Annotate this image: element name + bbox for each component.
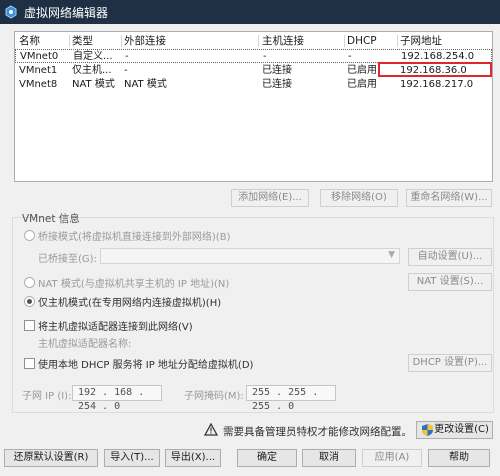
cell-subnet: 192.168.217.0 xyxy=(400,79,474,90)
change-settings-label: 更改设置(C) xyxy=(434,424,489,435)
cell-dhcp: - xyxy=(348,51,352,62)
app-icon xyxy=(5,5,17,19)
table-row[interactable]: VMnet1 仅主机... - 已连接 已启用 192.168.36.0 xyxy=(15,64,492,78)
bridged-radio[interactable] xyxy=(24,230,35,241)
remove-network-button[interactable]: 移除网络(O) xyxy=(320,189,398,207)
col-header-subnet[interactable]: 子网地址 xyxy=(400,34,490,48)
col-header-dhcp[interactable]: DHCP xyxy=(347,34,397,48)
change-settings-button[interactable]: 更改设置(C) xyxy=(416,421,493,439)
rename-network-button[interactable]: 重命名网络(W)... xyxy=(406,189,492,207)
bridged-label: 桥接模式(将虚拟机直接连接到外部网络)(B) xyxy=(38,232,231,243)
cell-type: 自定义... xyxy=(73,51,113,62)
col-header-host[interactable]: 主机连接 xyxy=(262,34,342,48)
connect-adapter-label: 将主机虚拟适配器连接到此网络(V) xyxy=(38,322,193,333)
apply-button[interactable]: 应用(A) xyxy=(362,449,422,467)
use-dhcp-checkbox[interactable] xyxy=(24,358,35,369)
vmnet-info-label: VMnet 信息 xyxy=(22,213,80,225)
bridged-to-select[interactable]: ▼ xyxy=(100,248,400,264)
col-divider xyxy=(69,35,70,47)
host-only-label: 仅主机模式(在专用网络内连接虚拟机)(H) xyxy=(38,298,222,309)
title-bar[interactable]: 虚拟网络编辑器 xyxy=(0,0,500,24)
col-header-type[interactable]: 类型 xyxy=(72,34,122,48)
cell-subnet: 192.168.36.0 xyxy=(400,65,467,76)
connect-adapter-checkbox[interactable] xyxy=(24,320,35,331)
bridged-to-label: 已桥接至(G): xyxy=(38,254,97,265)
cell-name: VMnet8 xyxy=(19,79,58,90)
cell-host: 已连接 xyxy=(262,65,292,76)
use-dhcp-label: 使用本地 DHCP 服务将 IP 地址分配给虚拟机(D) xyxy=(38,360,254,371)
cell-host: 已连接 xyxy=(262,79,292,90)
cell-name: VMnet1 xyxy=(19,65,58,76)
cell-external: - xyxy=(124,65,128,76)
vmnet-info-group xyxy=(12,217,494,413)
subnet-ip-label: 子网 IP (I): xyxy=(22,391,72,402)
host-only-radio[interactable] xyxy=(24,296,35,307)
subnet-mask-field[interactable]: 255 . 255 . 255 . 0 xyxy=(246,385,336,412)
network-list[interactable]: 名称 类型 外部连接 主机连接 DHCP 子网地址 VMnet0 自定义... … xyxy=(14,31,493,182)
window-title: 虚拟网络编辑器 xyxy=(24,5,109,20)
col-divider xyxy=(121,35,122,47)
cell-external: - xyxy=(125,51,129,62)
cell-name: VMnet0 xyxy=(20,51,59,62)
ok-button[interactable]: 确定 xyxy=(237,449,297,467)
nat-radio[interactable] xyxy=(24,277,35,288)
admin-notice: 需要具备管理员特权才能修改网络配置。 xyxy=(223,426,412,438)
col-divider xyxy=(397,35,398,47)
auto-settings-button[interactable]: 自动设置(U)... xyxy=(408,248,492,266)
nat-label: NAT 模式(与虚拟机共享主机的 IP 地址)(N) xyxy=(38,279,230,290)
col-divider xyxy=(258,35,259,47)
help-button[interactable]: 帮助 xyxy=(428,449,490,467)
nat-settings-button[interactable]: NAT 设置(S)... xyxy=(408,273,492,291)
cell-host: - xyxy=(263,51,267,62)
chevron-down-icon: ▼ xyxy=(388,250,395,260)
table-row[interactable]: VMnet8 NAT 模式 NAT 模式 已连接 已启用 192.168.217… xyxy=(15,78,492,92)
col-header-external[interactable]: 外部连接 xyxy=(124,34,254,48)
cell-type: NAT 模式 xyxy=(72,79,115,90)
cancel-button[interactable]: 取消 xyxy=(302,449,356,467)
dhcp-settings-button[interactable]: DHCP 设置(P)... xyxy=(408,354,492,372)
col-header-name[interactable]: 名称 xyxy=(19,34,69,48)
subnet-ip-field[interactable]: 192 . 168 . 254 . 0 xyxy=(72,385,162,412)
col-divider xyxy=(344,35,345,47)
cell-external: NAT 模式 xyxy=(124,79,167,90)
cell-type: 仅主机... xyxy=(72,65,112,76)
warning-icon xyxy=(204,423,218,436)
table-header: 名称 类型 外部连接 主机连接 DHCP 子网地址 xyxy=(15,34,492,48)
shield-icon xyxy=(422,424,433,436)
restore-defaults-button[interactable]: 还原默认设置(R) xyxy=(4,449,98,467)
export-button[interactable]: 导出(X)... xyxy=(165,449,221,467)
cell-dhcp: 已启用 xyxy=(347,65,377,76)
subnet-mask-label: 子网掩码(M): xyxy=(184,391,244,402)
add-network-button[interactable]: 添加网络(E)... xyxy=(231,189,309,207)
import-button[interactable]: 导入(T)... xyxy=(104,449,160,467)
table-row[interactable]: VMnet0 自定义... - - - 192.168.254.0 xyxy=(15,49,492,63)
cell-dhcp: 已启用 xyxy=(347,79,377,90)
adapter-name-label: 主机虚拟适配器名称: xyxy=(38,339,132,350)
cell-subnet: 192.168.254.0 xyxy=(401,51,475,62)
